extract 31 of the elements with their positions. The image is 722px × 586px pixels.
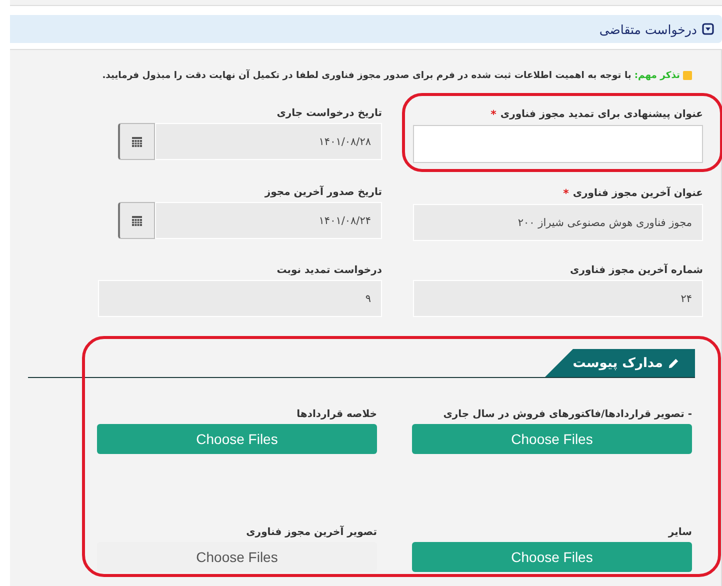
upload-label: سایر bbox=[667, 527, 692, 538]
notice-text: با توجه به اهمیت اطلاعات ثبت شده در فرم برای صدور مجوز فناوری لطفا در تکمیل آن نهایت دقت را مبذول فرمایید. bbox=[102, 70, 632, 81]
input-field[interactable] bbox=[413, 125, 703, 163]
upload-label: خلاصه قراردادها bbox=[296, 409, 377, 420]
bullet-icon bbox=[683, 71, 692, 80]
field-label: عنوان آخرین مجوز فناوری bbox=[572, 188, 703, 199]
input-field: ۱۴۰۱/۰۸/۲۴ bbox=[155, 202, 382, 239]
field-label: درخواست تمدید نوبت bbox=[276, 265, 382, 276]
calendar-button[interactable] bbox=[118, 123, 155, 160]
input-field: ۲۴ bbox=[413, 280, 703, 317]
section-header[interactable]: درخواست متقاضی bbox=[10, 15, 722, 43]
field-label: تاریخ درخواست جاری bbox=[276, 108, 382, 119]
notice-label: تذکر مهم: bbox=[634, 70, 680, 81]
field-label: عنوان پیشنهادی برای تمدید مجوز فناوری bbox=[500, 109, 703, 120]
calendar-icon bbox=[131, 214, 143, 226]
pencil-icon bbox=[668, 358, 679, 368]
required-mark: * bbox=[490, 108, 496, 121]
choose-files-button[interactable]: Choose Files bbox=[97, 424, 377, 454]
upload-label: - تصویر قراردادها/فاکتورهای فروش در سال جاری bbox=[442, 409, 692, 420]
required-mark: * bbox=[563, 187, 569, 200]
input-field: ۱۴۰۱/۰۸/۲۸ bbox=[155, 123, 382, 160]
field-label: تاریخ صدور آخرین مجوز bbox=[264, 187, 382, 198]
collapse-icon bbox=[702, 23, 714, 35]
calendar-button[interactable] bbox=[118, 202, 155, 239]
choose-files-button[interactable]: Choose Files bbox=[412, 424, 692, 454]
choose-files-button[interactable]: Choose Files bbox=[412, 542, 692, 572]
calendar-icon bbox=[131, 136, 143, 148]
upload-label: تصویر آخرین مجوز فناوری bbox=[245, 527, 377, 538]
field-label: شماره آخرین مجوز فناوری bbox=[570, 265, 703, 276]
input-field: مجوز فناوری هوش مصنوعی شیراز ۲۰۰ bbox=[413, 204, 703, 241]
input-field: ۹ bbox=[98, 280, 382, 317]
